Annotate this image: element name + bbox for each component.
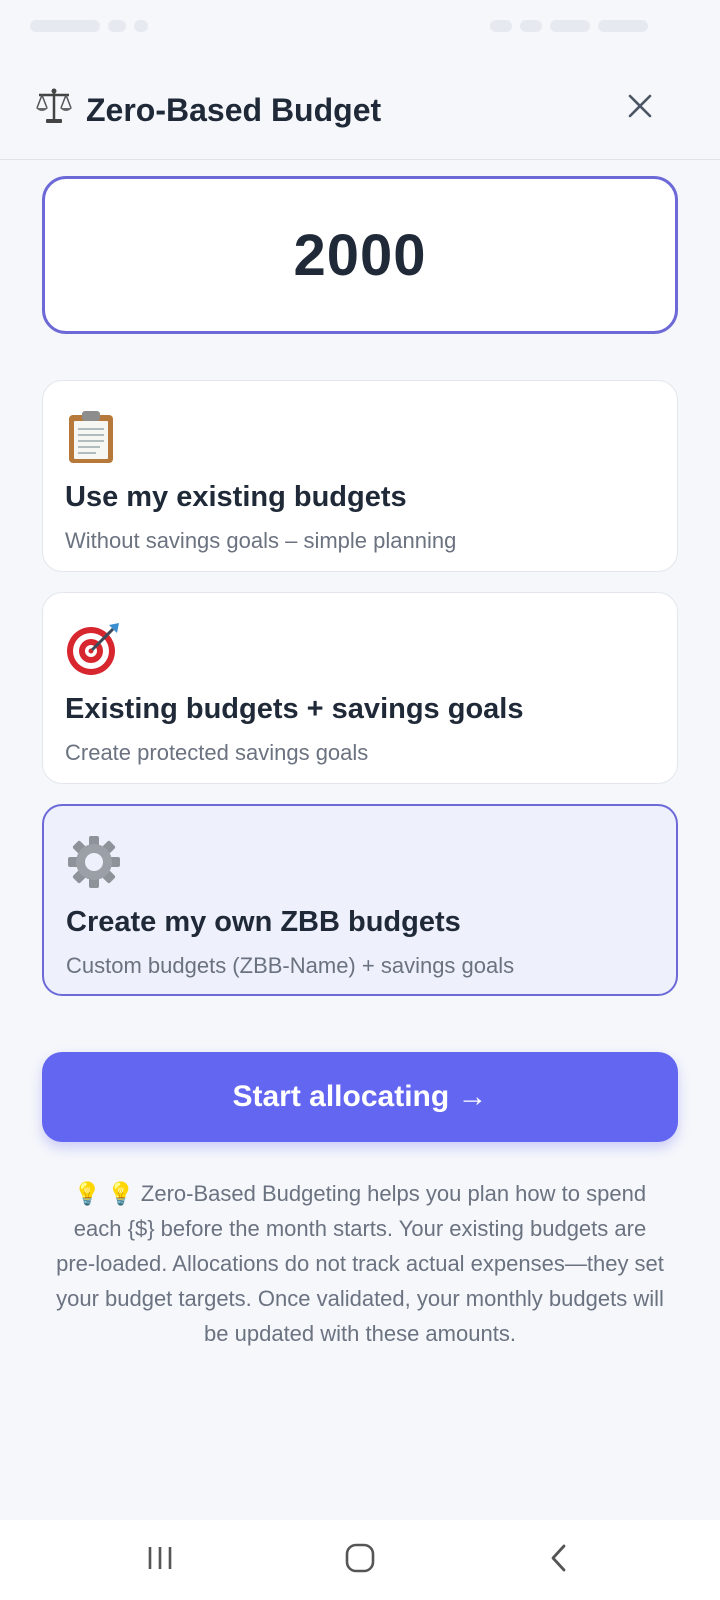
option-subtitle: Without savings goals – simple planning xyxy=(65,528,457,553)
system-nav-bar xyxy=(0,1520,720,1600)
option-title: Use my existing budgets xyxy=(65,481,407,513)
app-header: Zero-Based Budget xyxy=(0,56,720,160)
header-title-text: Zero-Based Budget xyxy=(86,91,382,128)
amount-input[interactable]: 2000 xyxy=(42,176,678,334)
recent-apps-icon xyxy=(145,1544,175,1577)
clipboard-icon xyxy=(65,409,121,465)
balance-scale-icon xyxy=(34,86,74,134)
page-title: Zero-Based Budget xyxy=(34,86,381,134)
option-custom-zbb-budgets[interactable]: Create my own ZBB budgets Custom budgets… xyxy=(42,804,678,996)
start-allocating-label: Start allocating → xyxy=(232,1080,488,1113)
home-button[interactable] xyxy=(330,1538,390,1582)
option-subtitle: Create protected savings goals xyxy=(65,740,369,765)
back-button[interactable] xyxy=(530,1538,590,1582)
status-left-indicators xyxy=(30,16,148,36)
option-subtitle: Custom budgets (ZBB-Name) + savings goal… xyxy=(66,953,515,978)
recent-apps-button[interactable] xyxy=(130,1538,190,1582)
amount-value: 2000 xyxy=(293,222,427,288)
start-allocating-button[interactable]: Start allocating → xyxy=(42,1052,678,1142)
status-bar xyxy=(0,0,720,56)
info-text: 💡 💡 Zero-Based Budgeting helps you plan … xyxy=(56,1181,664,1346)
option-title: Existing budgets + savings goals xyxy=(65,693,524,725)
close-icon xyxy=(626,92,654,125)
option-title: Create my own ZBB budgets xyxy=(66,906,461,938)
status-right-indicators xyxy=(490,16,648,36)
home-icon xyxy=(344,1542,376,1579)
option-budgets-savings-goals[interactable]: Existing budgets + savings goals Create … xyxy=(42,592,678,784)
close-button[interactable] xyxy=(618,86,662,130)
gear-icon xyxy=(66,834,122,890)
target-icon xyxy=(65,621,121,677)
back-icon xyxy=(548,1543,572,1578)
option-existing-budgets[interactable]: Use my existing budgets Without savings … xyxy=(42,380,678,572)
